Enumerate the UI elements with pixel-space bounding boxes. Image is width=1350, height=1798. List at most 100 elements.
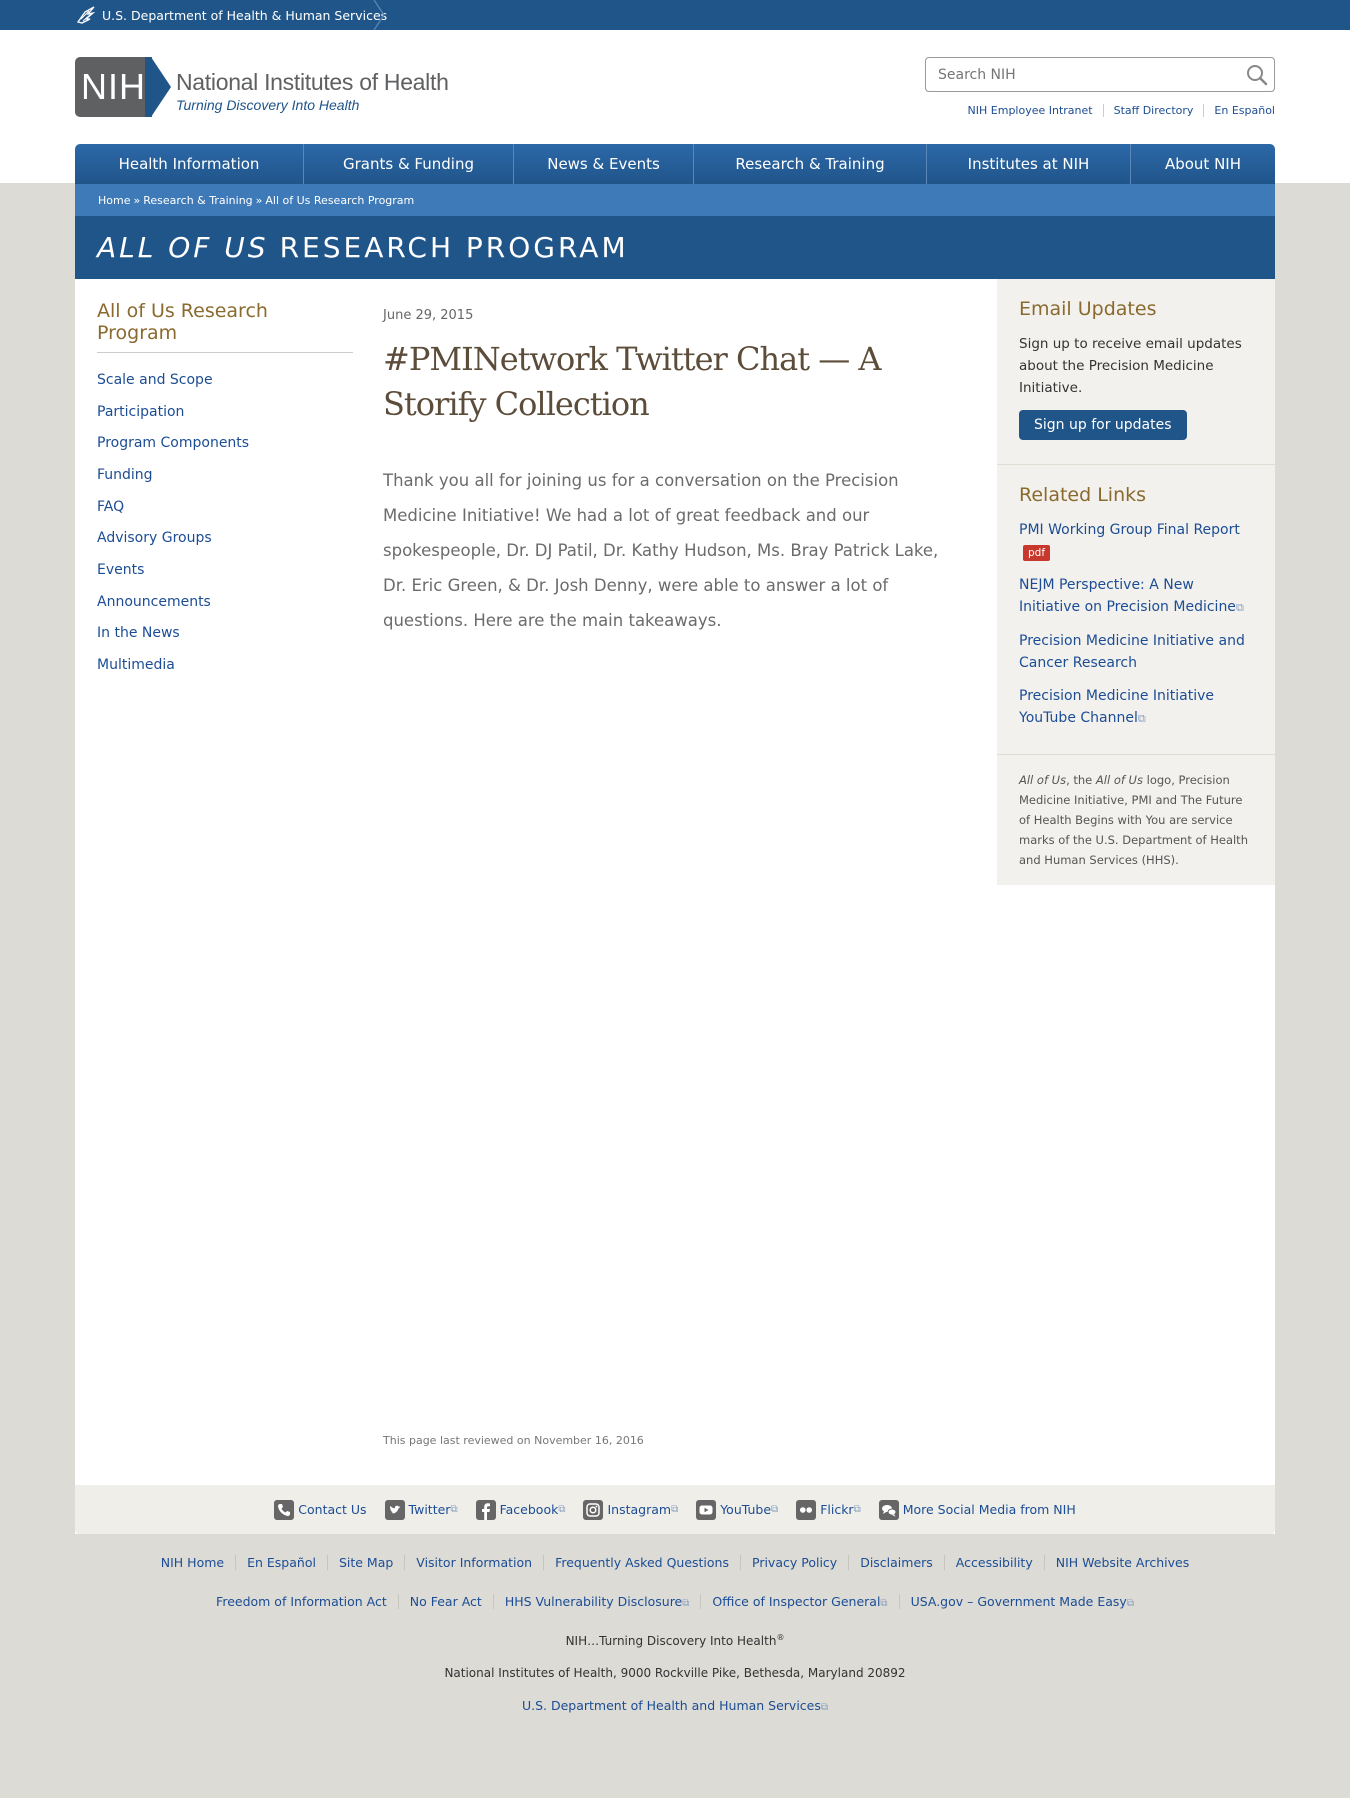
section-nav-item: Multimedia	[97, 649, 353, 681]
external-link-icon: ⧉	[682, 1598, 690, 1609]
footer-visitor-info[interactable]: Visitor Information	[404, 1555, 543, 1570]
nav-institutes[interactable]: Institutes at NIH	[926, 144, 1130, 184]
pmi-cancer-link[interactable]: Precision Medicine Initiative and Cancer…	[1019, 633, 1245, 671]
contact-us-label: Contact Us	[298, 1502, 367, 1517]
trademark-text: , the	[1066, 773, 1096, 787]
nav-participation[interactable]: Participation	[97, 404, 184, 420]
nav-advisory-groups[interactable]: Advisory Groups	[97, 530, 212, 546]
footer-privacy[interactable]: Privacy Policy	[740, 1555, 848, 1570]
youtube-link[interactable]: YouTube ⧉	[696, 1499, 779, 1520]
article: June 29, 2015 #PMINetwork Twitter Chat —…	[383, 308, 963, 638]
nih-logo-mark: NIH	[75, 57, 171, 117]
contact-us-link[interactable]: Contact Us	[274, 1499, 367, 1520]
hhs-link[interactable]: U.S. Department of Health & Human Servic…	[75, 0, 387, 30]
nav-scale-and-scope[interactable]: Scale and Scope	[97, 372, 213, 388]
footer-nih-home[interactable]: NIH Home	[150, 1555, 235, 1570]
section-nav-item: Events	[97, 554, 353, 586]
en-espanol-link[interactable]: En Español	[1203, 104, 1275, 117]
social-bar: Contact Us Twitter ⧉ Facebook ⧉ Instagram ⧉…	[75, 1485, 1275, 1534]
footer-no-fear[interactable]: No Fear Act	[397, 1594, 493, 1609]
footer-motto: NIH…Turning Discovery Into Health®	[0, 1633, 1350, 1648]
breadcrumb-research-training[interactable]: Research & Training	[143, 194, 252, 207]
hhs-label: U.S. Department of Health & Human Servic…	[102, 7, 388, 23]
external-link-icon: ⧉	[1126, 1598, 1134, 1609]
email-updates-title: Email Updates	[1019, 298, 1157, 320]
nav-program-components[interactable]: Program Components	[97, 435, 249, 451]
footer-hhs-vuln-label: HHS Vulnerability Disclosure	[504, 1594, 683, 1609]
flickr-link[interactable]: Flickr ⧉	[796, 1499, 861, 1520]
footer-archives[interactable]: NIH Website Archives	[1043, 1555, 1201, 1570]
logo-tagline: Turning Discovery Into Health	[176, 97, 360, 113]
breadcrumb-current[interactable]: All of Us Research Program	[265, 194, 414, 207]
employee-intranet-link[interactable]: NIH Employee Intranet	[958, 104, 1103, 117]
footer-foia[interactable]: Freedom of Information Act	[205, 1594, 398, 1609]
logo-chevron-icon	[145, 57, 171, 117]
footer-disclaimers[interactable]: Disclaimers	[848, 1555, 944, 1570]
external-link-icon: ⧉	[771, 1504, 779, 1515]
twitter-icon	[384, 1499, 405, 1520]
twitter-link[interactable]: Twitter ⧉	[384, 1499, 458, 1520]
last-reviewed: This page last reviewed on November 16, …	[383, 1434, 644, 1447]
external-link-icon: ⧉	[1137, 712, 1146, 725]
footer-faq[interactable]: Frequently Asked Questions	[543, 1555, 740, 1570]
nav-funding[interactable]: Funding	[97, 467, 153, 483]
footer-en-espanol[interactable]: En Español	[235, 1555, 327, 1570]
footer-oig[interactable]: Office of Inspector General⧉	[700, 1594, 898, 1609]
chat-bubbles-icon	[878, 1499, 899, 1520]
footer-links-row: Freedom of Information Act No Fear Act H…	[0, 1594, 1350, 1609]
nav-grants-funding[interactable]: Grants & Funding	[303, 144, 513, 184]
footer-site-map[interactable]: Site Map	[326, 1555, 404, 1570]
footer-links-row: NIH Home En Español Site Map Visitor Inf…	[0, 1555, 1350, 1570]
nav-in-the-news[interactable]: In the News	[97, 625, 180, 641]
external-link-icon: ⧉	[820, 1702, 829, 1713]
breadcrumb-home[interactable]: Home	[98, 194, 130, 207]
article-date: June 29, 2015	[383, 308, 474, 323]
related-link-item: NEJM Perspective: A New Initiative on Pr…	[1019, 574, 1253, 619]
nav-events[interactable]: Events	[97, 562, 144, 578]
search-input[interactable]	[926, 58, 1226, 91]
breadcrumb: Home » Research & Training » All of Us R…	[75, 184, 1275, 216]
instagram-label: Instagram	[607, 1502, 672, 1517]
external-link-icon: ⧉	[1235, 601, 1244, 614]
nav-multimedia[interactable]: Multimedia	[97, 657, 175, 673]
signup-button[interactable]: Sign up for updates	[1019, 410, 1187, 440]
nav-news-events[interactable]: News & Events	[513, 144, 693, 184]
nav-announcements[interactable]: Announcements	[97, 594, 211, 610]
section-nav: All of Us Research Program Scale and Sco…	[97, 300, 353, 681]
footer-hhs-vuln[interactable]: HHS Vulnerability Disclosure⧉	[492, 1594, 701, 1609]
nih-logo[interactable]: NIH National Institutes of Health Turnin…	[75, 57, 449, 117]
facebook-link[interactable]: Facebook ⧉	[475, 1499, 565, 1520]
related-links-title: Related Links	[1019, 484, 1147, 506]
nav-research-training[interactable]: Research & Training	[693, 144, 926, 184]
related-link-item: PMI Working Group Final Report pdf	[1019, 519, 1253, 563]
footer-usagov-label: USA.gov – Government Made Easy	[910, 1594, 1127, 1609]
nav-faq[interactable]: FAQ	[97, 499, 124, 515]
more-social-link[interactable]: More Social Media from NIH	[878, 1499, 1076, 1520]
pdf-badge: pdf	[1023, 545, 1051, 561]
trademark-text: logo, Precision Medicine Initiative, PMI…	[1019, 773, 1248, 867]
more-social-label: More Social Media from NIH	[902, 1502, 1076, 1517]
sidebar: Email Updates Sign up to receive email u…	[997, 279, 1275, 885]
pmi-report-link[interactable]: PMI Working Group Final Report	[1019, 522, 1240, 538]
staff-directory-link[interactable]: Staff Directory	[1102, 104, 1204, 117]
external-link-icon: ⧉	[853, 1504, 861, 1515]
external-link-icon: ⧉	[880, 1598, 888, 1609]
pmi-youtube-link[interactable]: Precision Medicine Initiative YouTube Ch…	[1019, 688, 1214, 726]
nav-health-information[interactable]: Health Information	[75, 144, 303, 184]
section-nav-item: Advisory Groups	[97, 522, 353, 554]
footer-usagov[interactable]: USA.gov – Government Made Easy⧉	[898, 1594, 1145, 1609]
section-nav-item: FAQ	[97, 491, 353, 523]
related-link-item: Precision Medicine Initiative YouTube Ch…	[1019, 685, 1253, 730]
site-footer: NIH Home En Español Site Map Visitor Inf…	[0, 1555, 1350, 1713]
instagram-link[interactable]: Instagram ⧉	[583, 1499, 678, 1520]
nejm-perspective-link[interactable]: NEJM Perspective: A New Initiative on Pr…	[1019, 577, 1236, 615]
trademark-italic: All of Us	[1095, 773, 1143, 787]
nav-about-nih[interactable]: About NIH	[1130, 144, 1275, 184]
trademark-italic: All of Us	[1019, 773, 1067, 787]
article-body: Thank you all for joining us for a conve…	[383, 471, 939, 630]
footer-accessibility[interactable]: Accessibility	[943, 1555, 1044, 1570]
search-icon[interactable]	[1246, 64, 1268, 86]
article-title: #PMINetwork Twitter Chat — A Storify Col…	[383, 340, 882, 423]
external-link-icon: ⧉	[450, 1504, 458, 1515]
footer-hhs-link[interactable]: U.S. Department of Health and Human Serv…	[522, 1698, 828, 1713]
